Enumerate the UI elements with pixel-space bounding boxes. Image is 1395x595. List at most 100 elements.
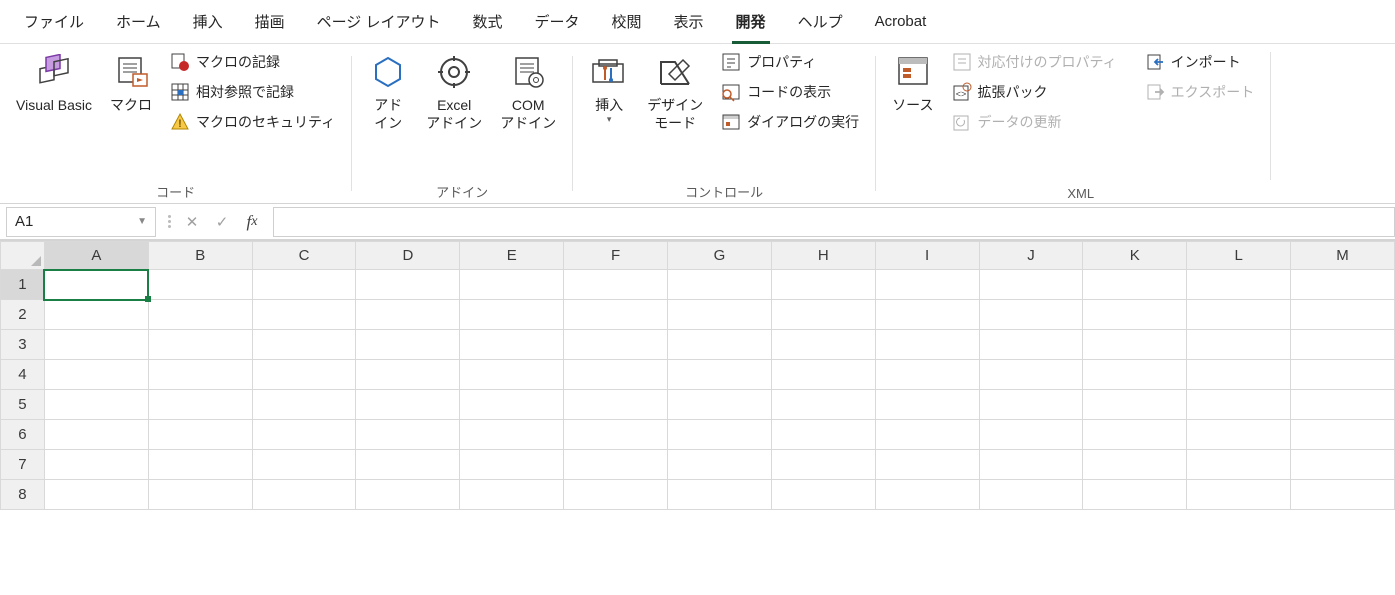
cell[interactable] [875, 480, 979, 510]
cell[interactable] [668, 450, 772, 480]
cell[interactable] [771, 360, 875, 390]
cell[interactable] [564, 420, 668, 450]
drag-handle-icon[interactable] [168, 215, 171, 228]
cell[interactable] [148, 330, 252, 360]
cell[interactable] [564, 360, 668, 390]
cell[interactable] [1187, 360, 1291, 390]
cell[interactable] [771, 420, 875, 450]
properties-button[interactable]: プロパティ [715, 48, 865, 76]
cell[interactable] [771, 270, 875, 300]
cell[interactable] [460, 330, 564, 360]
tab-draw[interactable]: 描画 [239, 0, 301, 44]
cell[interactable] [668, 330, 772, 360]
cell[interactable] [148, 420, 252, 450]
tab-file[interactable]: ファイル [8, 0, 100, 44]
cell[interactable] [1187, 450, 1291, 480]
column-header[interactable]: I [875, 242, 979, 270]
cell[interactable] [668, 420, 772, 450]
cell[interactable] [771, 390, 875, 420]
macro-security-button[interactable]: ! マクロのセキュリティ [164, 108, 341, 136]
cell[interactable] [979, 360, 1083, 390]
cell[interactable] [148, 270, 252, 300]
run-dialog-button[interactable]: ダイアログの実行 [715, 108, 865, 136]
column-header[interactable]: J [979, 242, 1083, 270]
view-code-button[interactable]: コードの表示 [715, 78, 865, 106]
cell[interactable] [252, 300, 356, 330]
cell[interactable] [44, 360, 148, 390]
cell[interactable] [44, 300, 148, 330]
tab-insert[interactable]: 挿入 [177, 0, 239, 44]
cell[interactable] [44, 330, 148, 360]
column-header[interactable]: G [668, 242, 772, 270]
cell[interactable] [356, 330, 460, 360]
cell[interactable] [460, 420, 564, 450]
cell[interactable] [148, 300, 252, 330]
cell[interactable] [44, 270, 148, 300]
cell[interactable] [1187, 480, 1291, 510]
cell[interactable] [979, 330, 1083, 360]
cell[interactable] [460, 390, 564, 420]
spreadsheet-grid[interactable]: ABCDEFGHIJKLM12345678 [0, 240, 1395, 595]
cell[interactable] [1291, 480, 1395, 510]
cell[interactable] [1291, 390, 1395, 420]
cell[interactable] [252, 450, 356, 480]
column-header[interactable]: C [252, 242, 356, 270]
cell[interactable] [979, 300, 1083, 330]
row-header[interactable]: 7 [1, 450, 45, 480]
cell[interactable] [460, 450, 564, 480]
row-header[interactable]: 2 [1, 300, 45, 330]
import-button[interactable]: インポート [1139, 48, 1261, 76]
cell[interactable] [1083, 270, 1187, 300]
row-header[interactable]: 4 [1, 360, 45, 390]
cell[interactable] [460, 480, 564, 510]
formula-input[interactable] [273, 207, 1395, 237]
cell[interactable] [148, 360, 252, 390]
cell[interactable] [564, 300, 668, 330]
cell[interactable] [252, 390, 356, 420]
cell[interactable] [564, 480, 668, 510]
insert-function-button[interactable]: fx [237, 207, 267, 237]
row-header[interactable]: 1 [1, 270, 45, 300]
cell[interactable] [148, 480, 252, 510]
cell[interactable] [1083, 330, 1187, 360]
record-macro-button[interactable]: マクロの記録 [164, 48, 341, 76]
cell[interactable] [1083, 480, 1187, 510]
cell[interactable] [771, 450, 875, 480]
cell[interactable] [668, 390, 772, 420]
tab-help[interactable]: ヘルプ [782, 0, 859, 44]
cell[interactable] [1291, 420, 1395, 450]
cell[interactable] [44, 390, 148, 420]
cell[interactable] [1187, 390, 1291, 420]
cell[interactable] [875, 330, 979, 360]
tab-developer[interactable]: 開発 [720, 0, 782, 44]
column-header[interactable]: E [460, 242, 564, 270]
cell[interactable] [356, 390, 460, 420]
cell[interactable] [1291, 330, 1395, 360]
cell[interactable] [148, 450, 252, 480]
cell[interactable] [979, 420, 1083, 450]
row-header[interactable]: 3 [1, 330, 45, 360]
cell[interactable] [1083, 420, 1187, 450]
cell[interactable] [460, 360, 564, 390]
tab-page-layout[interactable]: ページ レイアウト [301, 0, 457, 44]
tab-data[interactable]: データ [519, 0, 596, 44]
column-header[interactable]: B [148, 242, 252, 270]
cell[interactable] [356, 480, 460, 510]
com-addins-button[interactable]: COM アドイン [494, 48, 562, 136]
cell[interactable] [1291, 450, 1395, 480]
cell[interactable] [148, 390, 252, 420]
cell[interactable] [771, 300, 875, 330]
cell[interactable] [1187, 420, 1291, 450]
tab-review[interactable]: 校閲 [596, 0, 658, 44]
cell[interactable] [875, 420, 979, 450]
name-box[interactable]: A1 ▼ [6, 207, 156, 237]
cell[interactable] [1291, 270, 1395, 300]
tab-view[interactable]: 表示 [658, 0, 720, 44]
cell[interactable] [564, 450, 668, 480]
cell[interactable] [668, 270, 772, 300]
cell[interactable] [1187, 330, 1291, 360]
row-header[interactable]: 8 [1, 480, 45, 510]
cell[interactable] [668, 360, 772, 390]
cell[interactable] [564, 270, 668, 300]
column-header[interactable]: A [44, 242, 148, 270]
